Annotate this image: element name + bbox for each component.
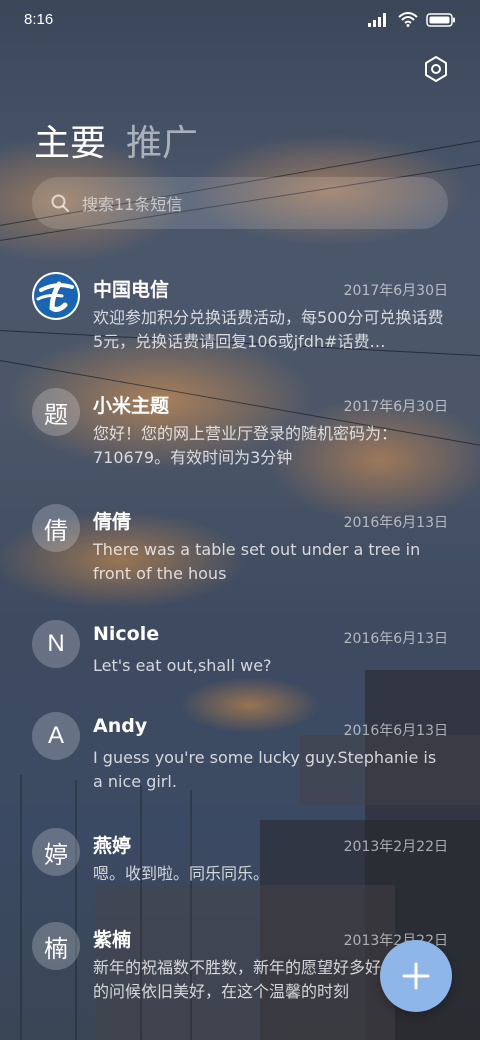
message-preview: I guess you're some lucky guy.Stephanie … bbox=[93, 748, 437, 791]
contact-name: 紫楠 bbox=[93, 929, 132, 951]
status-icons bbox=[368, 12, 456, 27]
message-date: 2013年2月22日 bbox=[343, 839, 448, 855]
china-telecom-logo bbox=[32, 272, 80, 320]
avatar: 楠 bbox=[32, 922, 80, 970]
message-preview: 您好！您的网上营业厅登录的随机密码为：710679。有效时间为3分钟 bbox=[93, 424, 398, 467]
tab-promotions[interactable]: 推广 bbox=[126, 114, 198, 166]
message-preview: 嗯。收到啦。同乐同乐。 bbox=[93, 864, 270, 883]
message-date: 2016年6月13日 bbox=[343, 515, 448, 531]
china-telecom-logo-icon bbox=[34, 274, 78, 318]
search-icon bbox=[51, 194, 69, 212]
avatar: 婷 bbox=[32, 828, 80, 876]
search-input[interactable]: 搜索11条短信 bbox=[32, 177, 448, 229]
tab-bar: 主要 推广 bbox=[34, 114, 198, 166]
message-date: 2016年6月13日 bbox=[343, 723, 448, 739]
message-preview: There was a table set out under a tree i… bbox=[93, 540, 421, 583]
contact-name: 倩倩 bbox=[93, 511, 132, 533]
settings-button[interactable] bbox=[422, 55, 450, 83]
contact-name: Nicole bbox=[93, 623, 160, 645]
conversation-item[interactable]: 题 小米主题 2017年6月30日 您好！您的网上营业厅登录的随机密码为：710… bbox=[0, 378, 480, 478]
conversation-item[interactable]: 婷 燕婷 2013年2月22日 嗯。收到啦。同乐同乐。 bbox=[0, 818, 480, 918]
avatar: 倩 bbox=[32, 504, 80, 552]
settings-hex-icon bbox=[425, 56, 447, 82]
conversation-item[interactable]: 倩 倩倩 2016年6月13日 There was a table set ou… bbox=[0, 494, 480, 594]
contact-name: Andy bbox=[93, 715, 148, 737]
message-date: 2016年6月13日 bbox=[343, 631, 448, 647]
status-time: 8:16 bbox=[24, 11, 54, 28]
status-bar: 8:16 bbox=[0, 0, 480, 40]
contact-name: 中国电信 bbox=[93, 279, 170, 301]
avatar: A bbox=[32, 712, 80, 760]
plus-icon bbox=[402, 962, 430, 990]
tab-primary[interactable]: 主要 bbox=[34, 114, 106, 166]
contact-name: 小米主题 bbox=[93, 395, 170, 417]
compose-button[interactable] bbox=[380, 940, 452, 1012]
message-date: 2017年6月30日 bbox=[343, 283, 448, 299]
message-preview: Let's eat out,shall we? bbox=[93, 656, 272, 675]
avatar: 题 bbox=[32, 388, 80, 436]
search-placeholder: 搜索11条短信 bbox=[82, 195, 183, 214]
conversation-item[interactable]: A Andy 2016年6月13日 I guess you're some lu… bbox=[0, 702, 480, 802]
message-date: 2017年6月30日 bbox=[343, 399, 448, 415]
battery-icon bbox=[426, 12, 455, 27]
conversation-item[interactable]: 中国电信 2017年6月30日 欢迎参加积分兑换话费活动，每500分可兑换话费5… bbox=[0, 262, 480, 362]
signal-icon bbox=[368, 12, 386, 27]
wifi-icon bbox=[398, 12, 418, 27]
message-preview: 欢迎参加积分兑换话费活动，每500分可兑换话费5元，兑换话费请回复106或jfd… bbox=[93, 308, 444, 351]
contact-name: 燕婷 bbox=[93, 835, 132, 857]
conversation-item[interactable]: N Nicole 2016年6月13日 Let's eat out,shall … bbox=[0, 610, 480, 710]
avatar: N bbox=[32, 620, 80, 668]
